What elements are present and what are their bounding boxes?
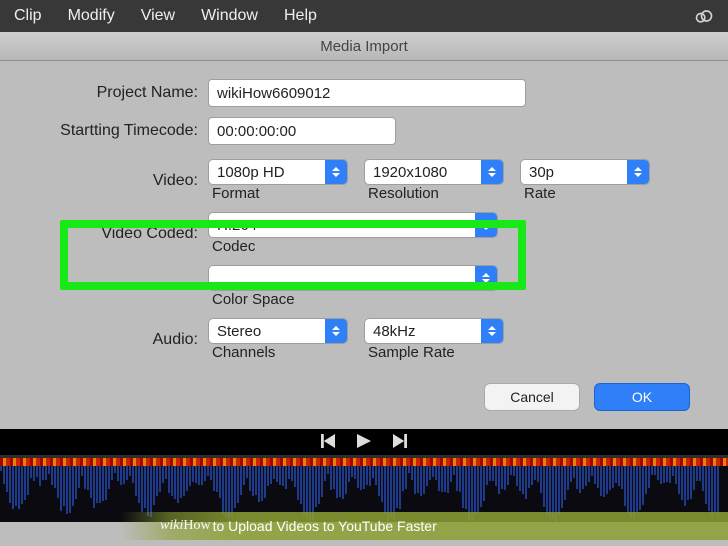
menu-window[interactable]: Window [201,7,258,25]
project-name-input[interactable]: wikiHow6609012 [208,79,526,107]
video-resolution-sublabel: Resolution [364,185,508,202]
video-format-sublabel: Format [208,185,352,202]
next-frame-icon[interactable] [393,434,407,451]
timecode-input[interactable]: 00:00:00:00 [208,117,396,145]
video-format-select[interactable]: 1080p HD [208,159,348,185]
dialog-title: Media Import [320,38,408,55]
colorspace-select[interactable] [208,265,498,291]
audio-label: Audio: [28,331,208,349]
play-icon[interactable] [357,434,371,451]
video-resolution-select[interactable]: 1920x1080 [364,159,504,185]
cancel-button[interactable]: Cancel [484,383,580,411]
wikihow-attribution: wikiwikiHowHow to Upload Videos to YouTu… [120,512,728,540]
playback-controls [0,429,728,455]
codec-label: Video Coded: [28,225,208,243]
prev-frame-icon[interactable] [321,434,335,451]
updown-icon [475,266,497,290]
audio-samplerate-sublabel: Sample Rate [364,344,508,361]
updown-icon [475,213,497,237]
app-menubar: Clip Modify View Window Help [0,0,728,32]
video-rate-select[interactable]: 30p [520,159,650,185]
menu-clip[interactable]: Clip [14,7,42,25]
video-rate-sublabel: Rate [520,185,664,202]
video-label: Video: [28,172,208,190]
timecode-label: Startting Timecode: [28,122,208,140]
updown-icon [481,160,503,184]
updown-icon [481,319,503,343]
media-import-dialog: Project Name: wikiHow6609012 Startting T… [0,61,728,429]
audio-channels-sublabel: Channels [208,344,352,361]
audio-samplerate-select[interactable]: 48kHz [364,318,504,344]
menu-help[interactable]: Help [284,7,317,25]
updown-icon [325,319,347,343]
updown-icon [325,160,347,184]
colorspace-sublabel: Color Space [208,291,352,308]
project-name-label: Project Name: [28,84,208,102]
menu-modify[interactable]: Modify [68,7,115,25]
dialog-titlebar: Media Import [0,32,728,61]
ok-button[interactable]: OK [594,383,690,411]
audio-channels-select[interactable]: Stereo [208,318,348,344]
creative-cloud-icon[interactable] [694,6,714,26]
video-codec-sublabel: Codec [208,238,352,255]
updown-icon [627,160,649,184]
video-codec-select[interactable]: H.264 [208,212,498,238]
menu-view[interactable]: View [141,7,175,25]
